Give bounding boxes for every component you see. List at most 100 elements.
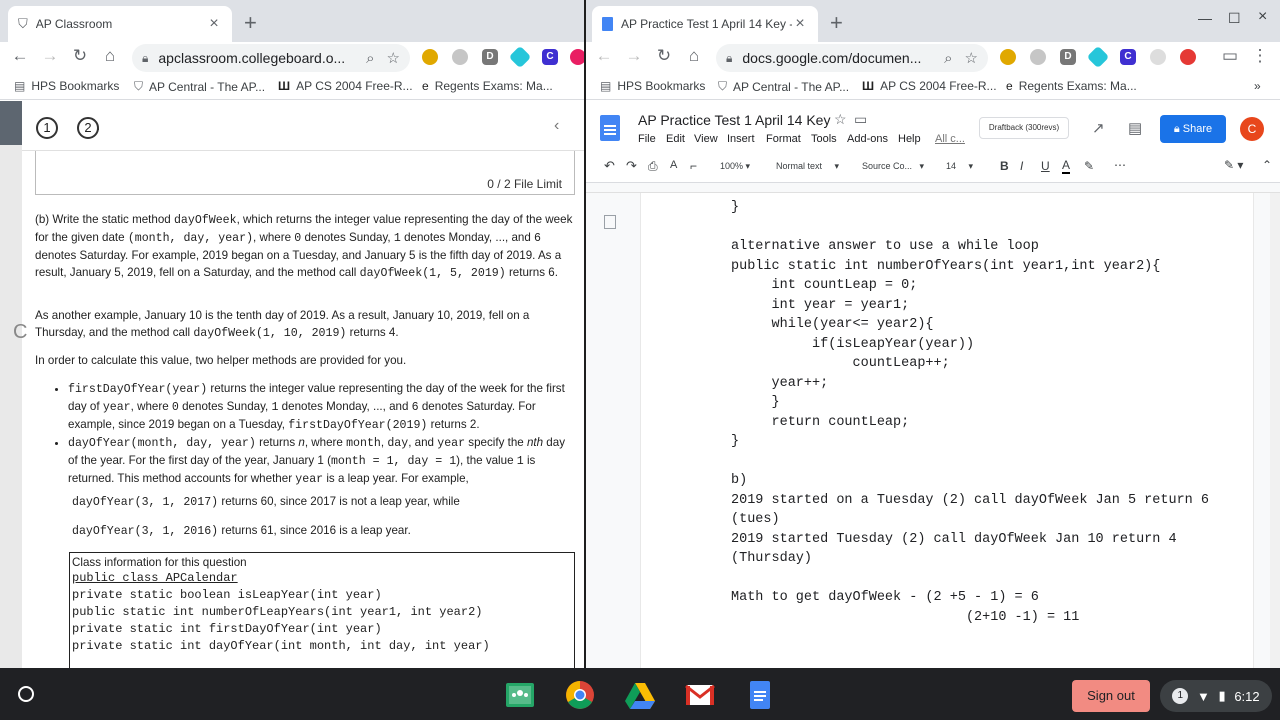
- menu-view[interactable]: View: [694, 133, 718, 145]
- extension-icon[interactable]: [1150, 49, 1166, 65]
- forward-icon[interactable]: →: [40, 46, 60, 66]
- extension-icon[interactable]: [508, 45, 532, 69]
- bookmark-hps[interactable]: ▤ HPS Bookmarks: [600, 79, 705, 93]
- italic-icon[interactable]: I: [1020, 159, 1023, 173]
- minimize-icon[interactable]: —: [1198, 10, 1212, 26]
- extension-icon[interactable]: [1086, 45, 1110, 69]
- chrome-icon[interactable]: [564, 679, 596, 711]
- bold-icon[interactable]: B: [1000, 159, 1009, 173]
- underline-icon[interactable]: U: [1041, 159, 1050, 173]
- docs-logo-icon[interactable]: [600, 115, 620, 141]
- menu-edit[interactable]: Edit: [666, 133, 685, 145]
- undo-icon[interactable]: ↶: [604, 158, 615, 174]
- extension-icon[interactable]: [422, 49, 438, 65]
- bookmark-ap-cs-2004[interactable]: Ш AP CS 2004 Free-R...: [278, 79, 413, 93]
- cast-icon[interactable]: ▭: [1220, 46, 1240, 66]
- extension-icon[interactable]: [452, 49, 468, 65]
- forward-icon[interactable]: →: [624, 46, 644, 66]
- all-changes-link[interactable]: All c...: [935, 133, 965, 145]
- close-icon[interactable]: ×: [792, 15, 808, 33]
- bookmark-regents[interactable]: e Regents Exams: Ma...: [1006, 79, 1137, 93]
- menu-help[interactable]: Help: [898, 133, 921, 145]
- reload-icon[interactable]: ↻: [70, 46, 90, 66]
- font-size-select[interactable]: 14 ▾: [946, 161, 973, 172]
- extension-icon[interactable]: [1180, 49, 1196, 65]
- menu-tools[interactable]: Tools: [811, 133, 837, 145]
- star-icon[interactable]: ☆: [834, 111, 847, 128]
- draftback-button[interactable]: Draftback (300revs): [979, 117, 1069, 139]
- reload-icon[interactable]: ↻: [654, 46, 674, 66]
- left-tabstrip: ⛉ AP Classroom × +: [0, 0, 584, 42]
- document-page[interactable]: } alternative answer to use a while loop…: [640, 193, 1254, 668]
- move-folder-icon[interactable]: ▭: [854, 111, 867, 128]
- google-classroom-icon[interactable]: [504, 679, 536, 711]
- home-icon[interactable]: ⌂: [684, 46, 704, 66]
- chevron-up-icon[interactable]: ⌃: [1262, 158, 1272, 172]
- chevron-left-icon[interactable]: ‹: [554, 117, 559, 135]
- file-upload-box[interactable]: 0 / 2 File Limit: [35, 151, 575, 195]
- extension-icon[interactable]: [1030, 49, 1046, 65]
- gmail-icon[interactable]: [684, 679, 716, 711]
- menu-add-ons[interactable]: Add-ons: [847, 133, 888, 145]
- bookmark-regents[interactable]: e Regents Exams: Ma...: [422, 79, 553, 93]
- search-icon[interactable]: ⌕: [366, 50, 374, 67]
- sign-out-button[interactable]: Sign out: [1072, 680, 1150, 712]
- text-color-icon[interactable]: A: [1062, 158, 1071, 174]
- extension-icon[interactable]: C: [1120, 49, 1136, 65]
- extension-icon[interactable]: D: [482, 49, 498, 65]
- launcher-icon[interactable]: [18, 686, 34, 702]
- google-drive-icon[interactable]: [624, 679, 656, 711]
- star-icon[interactable]: ☆: [965, 49, 978, 67]
- chevron-right-icon[interactable]: »: [1254, 79, 1261, 93]
- zoom-select[interactable]: 100% ▾: [720, 161, 750, 172]
- comment-icon[interactable]: ▤: [1128, 119, 1142, 137]
- google-docs-icon[interactable]: [744, 679, 776, 711]
- extension-icon[interactable]: D: [1060, 49, 1076, 65]
- edit-mode-icon[interactable]: ✎ ▾: [1224, 158, 1243, 172]
- tab-ap-classroom[interactable]: ⛉ AP Classroom ×: [8, 6, 232, 42]
- outline-icon[interactable]: [604, 215, 616, 229]
- new-tab-button[interactable]: +: [830, 10, 843, 36]
- activity-icon[interactable]: ↗: [1092, 119, 1105, 137]
- step-2[interactable]: 2: [77, 117, 99, 139]
- menu-dots-icon[interactable]: ⋮: [1250, 46, 1270, 66]
- style-select[interactable]: Normal text ▾: [776, 161, 839, 172]
- bookmark-hps[interactable]: ▤ HPS Bookmarks: [14, 79, 119, 93]
- menu-insert[interactable]: Insert: [727, 133, 755, 145]
- highlight-icon[interactable]: ✎: [1084, 159, 1094, 173]
- maximize-icon[interactable]: ☐: [1228, 10, 1241, 27]
- bookmark-ap-central[interactable]: ⛉ AP Central - The AP...: [134, 79, 265, 94]
- back-icon[interactable]: ←: [594, 46, 614, 66]
- print-icon[interactable]: ⎙: [648, 159, 658, 174]
- extension-icon[interactable]: [1000, 49, 1016, 65]
- tab-ap-practice-key[interactable]: AP Practice Test 1 April 14 Key - ×: [592, 6, 818, 42]
- paint-format-icon[interactable]: ⌐: [690, 159, 697, 173]
- back-icon[interactable]: ←: [10, 46, 30, 66]
- share-button[interactable]: 🔒︎ Share: [1160, 115, 1226, 143]
- close-icon[interactable]: ×: [206, 15, 222, 33]
- extension-icon[interactable]: C: [542, 49, 558, 65]
- more-icon[interactable]: ⋯: [1114, 158, 1126, 172]
- bookmark-ap-cs-2004[interactable]: Ш AP CS 2004 Free-R...: [862, 79, 997, 93]
- extension-icon[interactable]: [570, 49, 584, 65]
- menu-file[interactable]: File: [638, 133, 656, 145]
- search-icon[interactable]: ⌕: [944, 50, 952, 67]
- spellcheck-icon[interactable]: A: [670, 159, 677, 171]
- document-text[interactable]: } alternative answer to use a while loop…: [731, 198, 1209, 627]
- scrollbar[interactable]: [1270, 193, 1280, 668]
- font-select[interactable]: Source Co... ▾: [862, 161, 924, 172]
- step-1[interactable]: 1: [36, 117, 58, 139]
- new-tab-button[interactable]: +: [244, 10, 257, 36]
- address-bar[interactable]: 🔒︎ apclassroom.collegeboard.o... ⌕ ☆: [132, 44, 410, 72]
- star-icon[interactable]: ☆: [387, 49, 400, 67]
- redo-icon[interactable]: ↷: [626, 158, 637, 174]
- close-window-icon[interactable]: ×: [1258, 8, 1267, 26]
- ruler[interactable]: [586, 183, 1280, 193]
- bookmark-ap-central[interactable]: ⛉ AP Central - The AP...: [718, 79, 849, 94]
- address-bar[interactable]: 🔒︎ docs.google.com/documen... ⌕ ☆: [716, 44, 988, 72]
- status-tray[interactable]: 1 ▼ ▮ 6:12: [1160, 680, 1272, 712]
- home-icon[interactable]: ⌂: [100, 46, 120, 66]
- menu-format[interactable]: Format: [766, 133, 801, 145]
- avatar[interactable]: C: [1240, 117, 1264, 141]
- doc-title[interactable]: AP Practice Test 1 April 14 Key: [638, 112, 830, 128]
